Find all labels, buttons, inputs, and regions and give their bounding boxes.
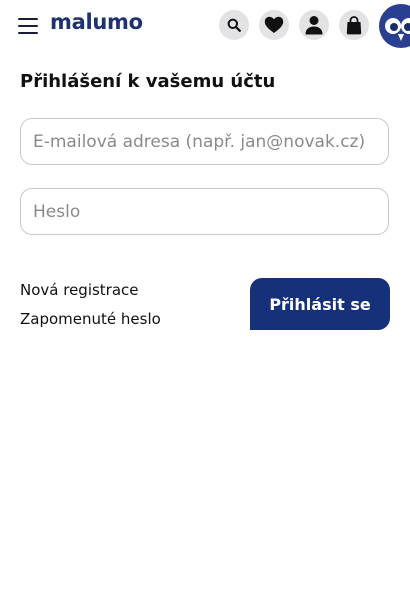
favorites-button[interactable] <box>259 10 289 40</box>
owl-logo-icon[interactable] <box>379 4 410 48</box>
login-submit-button[interactable]: Přihlásit se <box>250 278 390 330</box>
site-header: malumo <box>0 0 410 50</box>
search-button[interactable] <box>219 10 249 40</box>
shopping-bag-icon <box>346 15 362 34</box>
login-page: malumo Přihlášení k vašemu účtu E-mailov… <box>0 0 410 593</box>
user-icon <box>305 16 323 35</box>
forgot-password-link[interactable]: Zapomenuté heslo <box>20 310 161 328</box>
heart-icon <box>264 16 284 33</box>
register-link[interactable]: Nová registrace <box>20 281 139 299</box>
email-field[interactable] <box>20 118 389 165</box>
site-logo[interactable]: malumo <box>50 10 143 34</box>
password-field[interactable] <box>20 188 389 235</box>
cart-button[interactable] <box>339 10 369 40</box>
search-icon <box>227 18 241 32</box>
account-button[interactable] <box>299 10 329 40</box>
page-title: Přihlášení k vašemu účtu <box>20 71 276 92</box>
hamburger-icon[interactable] <box>18 18 38 34</box>
